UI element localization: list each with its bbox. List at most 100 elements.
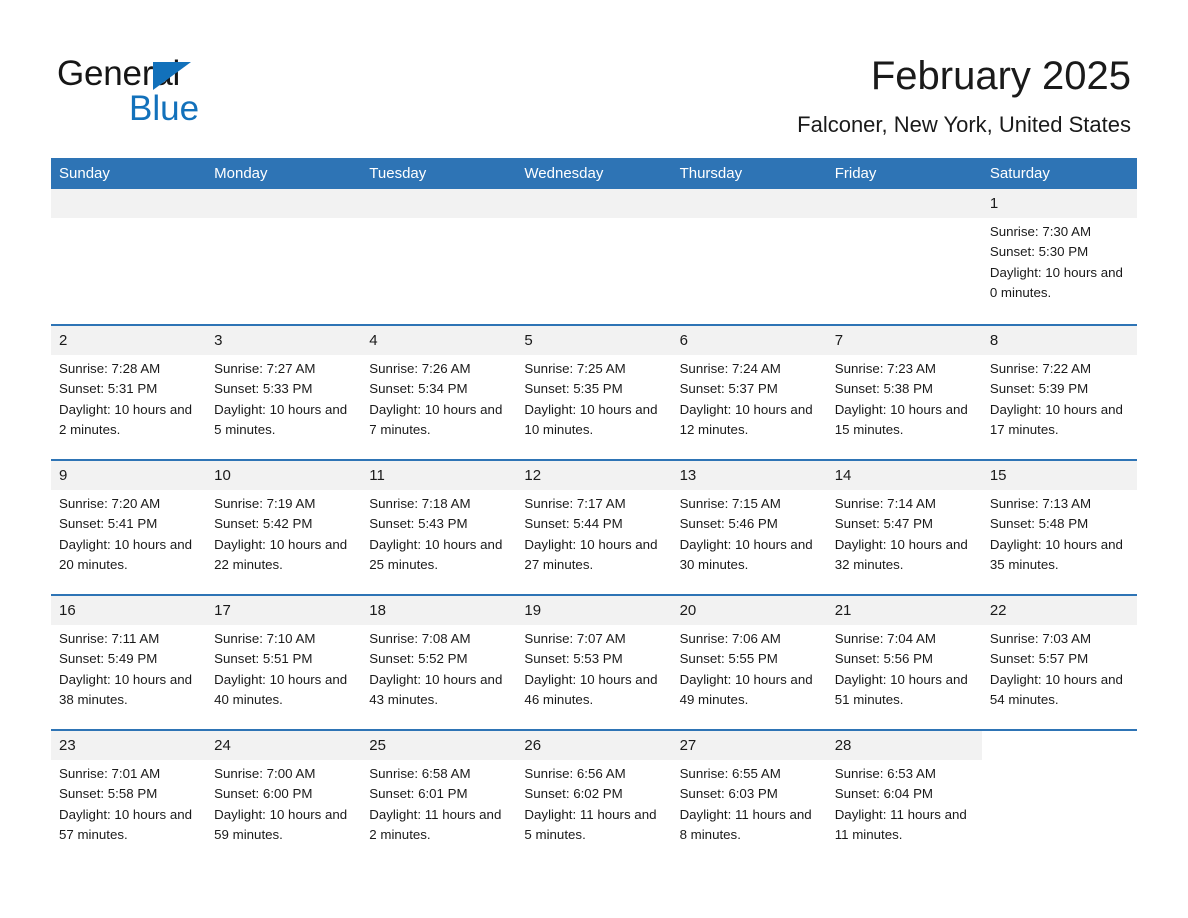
- daylight-text: Daylight: 10 hours and 54 minutes.: [989, 671, 1123, 707]
- daylight-text: Daylight: 10 hours and 22 minutes.: [214, 536, 348, 572]
- sunset-text: Sunset: 5:56 PM: [834, 651, 934, 667]
- day-number: 8: [981, 326, 1137, 355]
- triangle-flag-icon: [153, 62, 191, 90]
- day-cell-inner: [361, 189, 517, 324]
- day-details: Sunrise: 7:26 AM Sunset: 5:34 PM Daylight:…: [361, 355, 516, 440]
- calendar-day-cell-empty: [206, 189, 362, 325]
- day-cell-inner: 11 Sunrise: 7:18 AM Sunset: 5:43 PM Dayligh…: [361, 461, 517, 594]
- day-number: 26: [516, 731, 672, 760]
- day-number: 4: [361, 326, 517, 355]
- day-details: Sunrise: 7:06 AM Sunset: 5:55 PM Daylight:…: [672, 625, 827, 710]
- day-cell-inner: [516, 189, 672, 324]
- sunset-text: Sunset: 5:55 PM: [679, 651, 778, 667]
- calendar-day-cell[interactable]: 7 Sunrise: 7:23 AM Sunset: 5:38 PM Daylight…: [826, 324, 982, 460]
- calendar-day-cell[interactable]: 27 Sunrise: 6:55 AM Sunset: 6:03 PM Dayligh…: [671, 729, 827, 864]
- logo-word-blue: Blue: [129, 89, 200, 128]
- day-number: 21: [826, 596, 982, 625]
- sunset-text: Sunset: 5:57 PM: [989, 651, 1089, 667]
- day-details: Sunrise: 6:58 AM Sunset: 6:01 PM Daylight:…: [361, 760, 516, 845]
- page-header: General Blue February 2025 Falconer, New…: [0, 0, 1188, 152]
- sunrise-text: Sunrise: 7:19 AM: [214, 496, 316, 511]
- sunrise-text: Sunrise: 7:27 AM: [214, 361, 316, 376]
- calendar-day-cell[interactable]: 8 Sunrise: 7:22 AM Sunset: 5:39 PM Daylight…: [981, 324, 1137, 460]
- day-number: 28: [826, 731, 982, 760]
- calendar-day-cell[interactable]: 9 Sunrise: 7:20 AM Sunset: 5:41 PM Daylight…: [51, 459, 207, 595]
- calendar-day-cell[interactable]: 20 Sunrise: 7:06 AM Sunset: 5:55 PM Dayligh…: [671, 594, 827, 730]
- sunrise-text: Sunrise: 7:06 AM: [679, 631, 781, 646]
- calendar-day-cell[interactable]: 16 Sunrise: 7:11 AM Sunset: 5:49 PM Dayligh…: [51, 594, 207, 730]
- daylight-text: Daylight: 10 hours and 30 minutes.: [679, 536, 813, 572]
- sunset-text: Sunset: 6:01 PM: [369, 786, 468, 802]
- day-cell-inner: 28 Sunrise: 6:53 AM Sunset: 6:04 PM Dayligh…: [826, 731, 982, 864]
- calendar-week-row: 2 Sunrise: 7:28 AM Sunset: 5:31 PM Daylight…: [51, 324, 1137, 460]
- day-number: 15: [981, 461, 1137, 490]
- sunset-text: Sunset: 5:35 PM: [524, 381, 623, 397]
- sunrise-text: Sunrise: 7:17 AM: [524, 496, 626, 511]
- sunset-text: Sunset: 5:41 PM: [59, 516, 158, 532]
- sunset-text: Sunset: 5:53 PM: [524, 651, 623, 667]
- daylight-text: Daylight: 10 hours and 0 minutes.: [989, 264, 1123, 300]
- day-details: Sunrise: 7:15 AM Sunset: 5:46 PM Daylight:…: [672, 490, 827, 575]
- calendar-day-cell[interactable]: 14 Sunrise: 7:14 AM Sunset: 5:47 PM Dayligh…: [826, 459, 982, 595]
- calendar-day-cell[interactable]: 2 Sunrise: 7:28 AM Sunset: 5:31 PM Daylight…: [51, 324, 207, 460]
- sunset-text: Sunset: 5:51 PM: [214, 651, 313, 667]
- daylight-text: Daylight: 10 hours and 46 minutes.: [524, 671, 658, 707]
- calendar-day-cell[interactable]: 10 Sunrise: 7:19 AM Sunset: 5:42 PM Dayligh…: [206, 459, 362, 595]
- day-number: 5: [516, 326, 672, 355]
- calendar-day-cell[interactable]: 6 Sunrise: 7:24 AM Sunset: 5:37 PM Daylight…: [671, 324, 827, 460]
- calendar-day-cell[interactable]: 17 Sunrise: 7:10 AM Sunset: 5:51 PM Dayligh…: [206, 594, 362, 730]
- day-cell-inner: 12 Sunrise: 7:17 AM Sunset: 5:44 PM Dayligh…: [516, 461, 672, 594]
- day-cell-inner: 5 Sunrise: 7:25 AM Sunset: 5:35 PM Daylight…: [516, 326, 672, 459]
- day-details: Sunrise: 6:55 AM Sunset: 6:03 PM Daylight:…: [672, 760, 827, 845]
- sunrise-text: Sunrise: 7:22 AM: [989, 361, 1092, 376]
- calendar-header-row: Sunday Monday Tuesday Wednesday Thursday Frid…: [51, 158, 1137, 189]
- calendar-day-cell[interactable]: 5 Sunrise: 7:25 AM Sunset: 5:35 PM Daylight…: [516, 324, 672, 460]
- sunrise-text: Sunrise: 6:53 AM: [834, 766, 936, 781]
- calendar-day-cell[interactable]: 19 Sunrise: 7:07 AM Sunset: 5:53 PM Dayligh…: [516, 594, 672, 730]
- sunrise-text: Sunrise: 7:30 AM: [989, 224, 1092, 239]
- day-cell-inner: 15 Sunrise: 7:13 AM Sunset: 5:48 PM Dayligh…: [981, 461, 1137, 594]
- calendar-day-cell[interactable]: 15 Sunrise: 7:13 AM Sunset: 5:48 PM Dayligh…: [981, 459, 1137, 595]
- day-details: Sunrise: 6:56 AM Sunset: 6:02 PM Daylight:…: [516, 760, 671, 845]
- calendar-day-cell[interactable]: 11 Sunrise: 7:18 AM Sunset: 5:43 PM Dayligh…: [361, 459, 517, 595]
- calendar-day-cell[interactable]: 22 Sunrise: 7:03 AM Sunset: 5:57 PM Dayligh…: [981, 594, 1137, 730]
- sunrise-text: Sunrise: 6:58 AM: [369, 766, 471, 781]
- calendar-day-cell[interactable]: 12 Sunrise: 7:17 AM Sunset: 5:44 PM Dayligh…: [516, 459, 672, 595]
- sunset-text: Sunset: 5:43 PM: [369, 516, 468, 532]
- calendar-day-cell[interactable]: 24 Sunrise: 7:00 AM Sunset: 6:00 PM Dayligh…: [206, 729, 362, 864]
- sunset-text: Sunset: 6:03 PM: [679, 786, 778, 802]
- sunrise-text: Sunrise: 7:28 AM: [59, 361, 161, 376]
- day-number: 23: [51, 731, 207, 760]
- day-details: Sunrise: 7:04 AM Sunset: 5:56 PM Daylight:…: [827, 625, 982, 710]
- day-cell-inner: [206, 189, 362, 324]
- calendar-day-cell[interactable]: 3 Sunrise: 7:27 AM Sunset: 5:33 PM Daylight…: [206, 324, 362, 460]
- day-cell-inner: 27 Sunrise: 6:55 AM Sunset: 6:03 PM Dayligh…: [671, 731, 827, 864]
- calendar-day-cell[interactable]: 25 Sunrise: 6:58 AM Sunset: 6:01 PM Dayligh…: [361, 729, 517, 864]
- daylight-text: Daylight: 10 hours and 49 minutes.: [679, 671, 813, 707]
- calendar-day-cell[interactable]: 18 Sunrise: 7:08 AM Sunset: 5:52 PM Dayligh…: [361, 594, 517, 730]
- calendar-day-cell[interactable]: 4 Sunrise: 7:26 AM Sunset: 5:34 PM Daylight…: [361, 324, 517, 460]
- sunrise-text: Sunrise: 7:18 AM: [369, 496, 471, 511]
- daylight-text: Daylight: 10 hours and 51 minutes.: [834, 671, 968, 707]
- calendar-day-cell-empty: [361, 189, 517, 325]
- sunrise-text: Sunrise: 7:24 AM: [679, 361, 781, 376]
- sunrise-text: Sunrise: 7:01 AM: [59, 766, 161, 781]
- day-details: Sunrise: 6:53 AM Sunset: 6:04 PM Daylight:…: [827, 760, 982, 845]
- sunrise-text: Sunrise: 7:11 AM: [59, 631, 160, 646]
- calendar-day-cell[interactable]: 28 Sunrise: 6:53 AM Sunset: 6:04 PM Dayligh…: [826, 729, 982, 864]
- calendar-day-cell[interactable]: 23 Sunrise: 7:01 AM Sunset: 5:58 PM Dayligh…: [51, 729, 207, 864]
- calendar-day-cell[interactable]: 13 Sunrise: 7:15 AM Sunset: 5:46 PM Dayligh…: [671, 459, 827, 595]
- calendar-day-cell[interactable]: 21 Sunrise: 7:04 AM Sunset: 5:56 PM Dayligh…: [826, 594, 982, 730]
- day-cell-inner: 20 Sunrise: 7:06 AM Sunset: 5:55 PM Dayligh…: [671, 596, 827, 729]
- day-cell-inner: 24 Sunrise: 7:00 AM Sunset: 6:00 PM Dayligh…: [206, 731, 362, 864]
- calendar-day-cell-empty: [981, 729, 1137, 864]
- weekday-header-friday: Friday: [826, 158, 982, 189]
- calendar-day-cell[interactable]: 1 Sunrise: 7:30 AM Sunset: 5:30 PM Daylight…: [981, 189, 1137, 325]
- day-details: Sunrise: 7:25 AM Sunset: 5:35 PM Daylight:…: [516, 355, 671, 440]
- day-number: 18: [361, 596, 517, 625]
- day-details: Sunrise: 7:10 AM Sunset: 5:51 PM Daylight:…: [206, 625, 361, 710]
- day-details: Sunrise: 7:08 AM Sunset: 5:52 PM Daylight:…: [361, 625, 516, 710]
- day-number: 19: [516, 596, 672, 625]
- day-cell-inner: 7 Sunrise: 7:23 AM Sunset: 5:38 PM Daylight…: [826, 326, 982, 459]
- calendar-day-cell[interactable]: 26 Sunrise: 6:56 AM Sunset: 6:02 PM Dayligh…: [516, 729, 672, 864]
